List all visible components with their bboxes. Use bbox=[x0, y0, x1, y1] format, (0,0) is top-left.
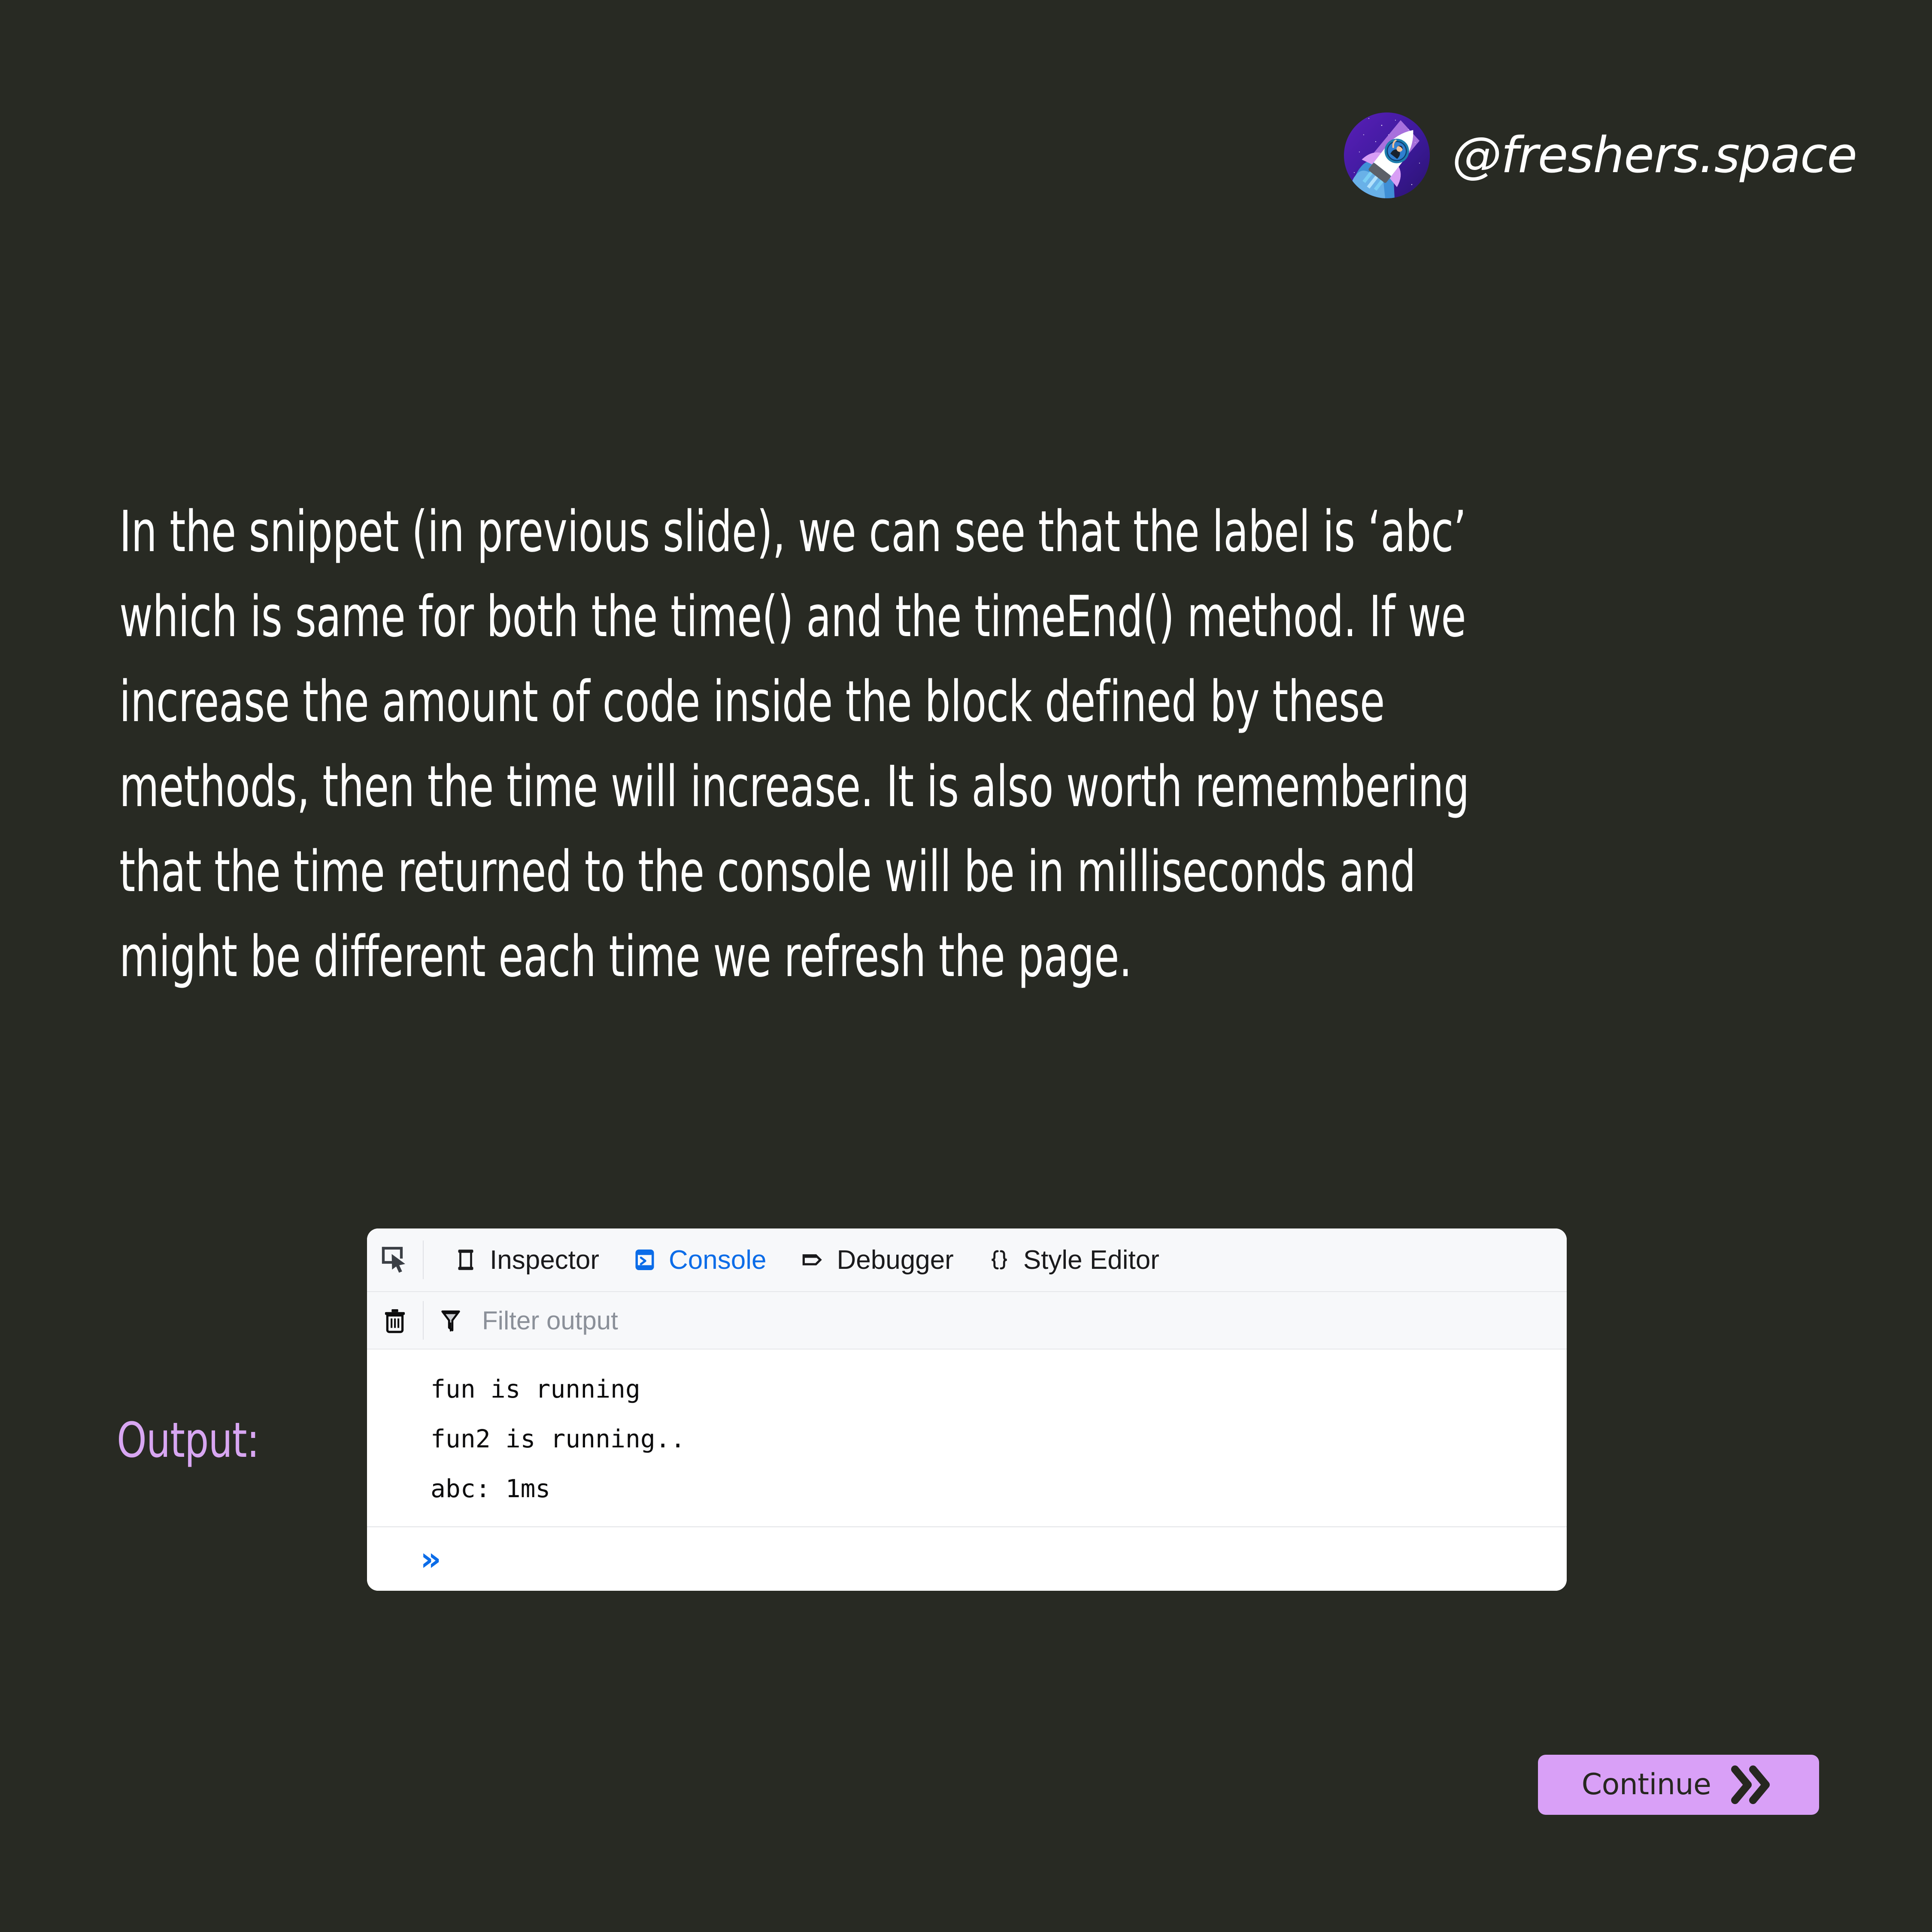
continue-button[interactable]: Continue bbox=[1538, 1755, 1819, 1815]
tab-inspector[interactable]: Inspector bbox=[437, 1245, 616, 1275]
tab-style-editor[interactable]: Style Editor bbox=[970, 1245, 1176, 1275]
console-log-row: fun is running bbox=[431, 1374, 640, 1404]
slide-paragraph: In the snippet (in previous slide), we c… bbox=[119, 499, 1470, 990]
console-log-row: fun2 is running.. bbox=[431, 1424, 685, 1453]
rocket-avatar bbox=[1344, 112, 1430, 198]
style-editor-icon bbox=[986, 1247, 1012, 1273]
devtools-tabs: Inspector Console Debugger Style Editor bbox=[424, 1245, 1567, 1275]
filter-funnel-icon[interactable] bbox=[424, 1292, 478, 1349]
element-picker-icon[interactable] bbox=[367, 1228, 423, 1291]
continue-button-label: Continue bbox=[1581, 1768, 1711, 1802]
console-prompt-icon: » bbox=[420, 1540, 442, 1578]
tab-inspector-label: Inspector bbox=[490, 1245, 600, 1275]
double-chevron-right-icon bbox=[1729, 1765, 1775, 1805]
console-icon bbox=[632, 1247, 658, 1273]
debugger-icon bbox=[799, 1247, 826, 1273]
tab-style-editor-label: Style Editor bbox=[1023, 1245, 1159, 1275]
console-filter-bar bbox=[367, 1292, 1567, 1350]
tab-debugger[interactable]: Debugger bbox=[783, 1245, 970, 1275]
trash-icon[interactable] bbox=[367, 1292, 423, 1349]
tab-debugger-label: Debugger bbox=[837, 1245, 954, 1275]
devtools-panel: Inspector Console Debugger Style Editor … bbox=[367, 1228, 1567, 1591]
tab-console-label: Console bbox=[669, 1245, 767, 1275]
brand-header: @freshers.space bbox=[1344, 112, 1857, 198]
tab-console[interactable]: Console bbox=[616, 1245, 783, 1275]
filter-output-input[interactable] bbox=[478, 1292, 1567, 1349]
console-output: fun is running fun2 is running.. abc: 1m… bbox=[367, 1350, 1567, 1526]
devtools-toolbar: Inspector Console Debugger Style Editor bbox=[367, 1228, 1567, 1292]
output-label: Output: bbox=[117, 1413, 260, 1468]
console-input-row[interactable]: » bbox=[367, 1526, 1567, 1591]
inspector-icon bbox=[453, 1247, 479, 1273]
console-log-row: abc: 1ms bbox=[431, 1474, 551, 1503]
brand-handle: @freshers.space bbox=[1452, 127, 1857, 184]
